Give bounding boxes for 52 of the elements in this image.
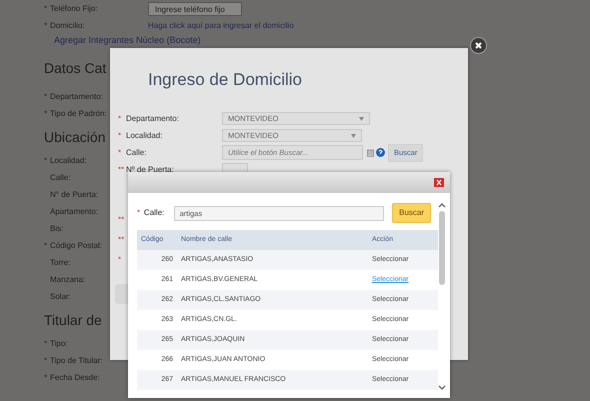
- required-marker: *: [118, 148, 122, 157]
- required-marker: *: [44, 356, 48, 364]
- field-label: Teléfono Fijo:: [50, 4, 98, 12]
- field-label: Tipo:: [50, 338, 68, 348]
- required-marker: *: [44, 108, 48, 118]
- required-marker: **: [118, 164, 124, 174]
- field-label: Tipo de Padrón:: [50, 108, 107, 118]
- phone-input[interactable]: Ingrese teléfono fijo: [148, 2, 242, 16]
- field-label: Apartamento:: [50, 206, 98, 216]
- field-label: Calle:: [126, 146, 148, 159]
- section-heading: Titular de: [44, 310, 102, 330]
- field-label: Localidad:: [50, 156, 86, 164]
- close-icon[interactable]: [470, 37, 487, 54]
- field-label: Domicilio:: [50, 20, 85, 30]
- scrollbar-thumb[interactable]: [439, 211, 445, 285]
- field-label: Departamento:: [126, 112, 180, 125]
- required-marker: *: [44, 338, 48, 348]
- field-label: Código Postal:: [50, 240, 102, 250]
- scroll-down-icon[interactable]: [438, 385, 446, 390]
- search-button[interactable]: Buscar: [392, 203, 432, 223]
- close-icon[interactable]: [434, 178, 444, 187]
- required-marker: *: [137, 208, 140, 217]
- field-label: Calle:: [144, 207, 166, 219]
- required-marker: *: [44, 20, 48, 30]
- field-label: Solar:: [50, 292, 71, 300]
- field-label: Nº de Puerta:: [126, 164, 175, 176]
- required-marker: *: [44, 372, 48, 382]
- caret-icon: [351, 134, 356, 138]
- required-marker: *: [118, 255, 122, 264]
- field-label: Departamento:: [50, 92, 103, 100]
- field-label: Tipo de Titular:: [50, 356, 103, 364]
- required-marker: **: [118, 215, 124, 224]
- field-label: Manzana:: [50, 274, 86, 284]
- required-marker: *: [44, 4, 48, 12]
- field-label: Localidad:: [126, 130, 164, 142]
- required-marker: **: [118, 235, 124, 244]
- section-heading: Datos Cat: [44, 58, 106, 78]
- scroll-up-icon[interactable]: [438, 203, 446, 208]
- help-icon[interactable]: [376, 148, 385, 158]
- field-label: Fecha Desde:: [50, 372, 100, 382]
- field-label: Bis:: [50, 224, 64, 232]
- dialog-title: Ingreso de Domicilio: [148, 70, 304, 90]
- section-heading: Ubicación: [44, 128, 106, 146]
- required-marker: *: [44, 240, 48, 250]
- field-label: Torre:: [50, 258, 70, 266]
- required-marker: *: [118, 114, 122, 123]
- required-marker: *: [44, 156, 48, 164]
- caret-icon: [359, 116, 364, 121]
- required-marker: *: [118, 130, 122, 140]
- field-label: N° de Puerta:: [50, 190, 98, 198]
- field-label: Calle:: [50, 172, 70, 182]
- required-marker: *: [44, 92, 48, 100]
